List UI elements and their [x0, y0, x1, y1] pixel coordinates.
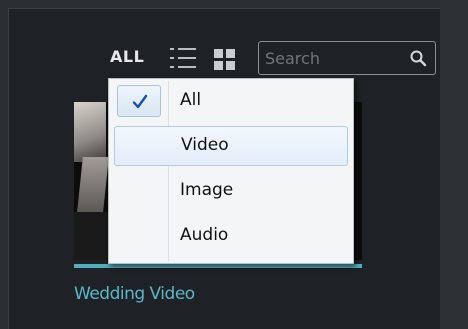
menu-item-all[interactable]: All	[114, 81, 348, 121]
menu-item-video[interactable]: Video	[114, 126, 348, 166]
media-progress-bar	[74, 264, 362, 268]
check-indicator	[117, 85, 161, 117]
menu-item-label: Audio	[180, 225, 229, 245]
menu-item-label: Image	[180, 180, 234, 200]
thumbnail-image-part	[74, 102, 106, 162]
grid-view-icon[interactable]	[212, 47, 238, 71]
menu-item-audio[interactable]: Audio	[114, 216, 348, 256]
list-view-icon[interactable]	[166, 46, 200, 70]
media-progress-fill	[74, 264, 362, 268]
search-icon[interactable]	[409, 49, 427, 67]
menu-item-image[interactable]: Image	[114, 171, 348, 211]
checkmark-icon	[131, 93, 149, 111]
media-filter-menu: All Video Image Audio	[108, 78, 354, 264]
thumbnail-image-part	[77, 157, 109, 212]
thumbnail-image-part	[74, 212, 108, 260]
menu-item-label: Video	[181, 135, 229, 155]
media-filter-button[interactable]: ALL	[110, 47, 144, 66]
menu-item-label: All	[180, 90, 202, 110]
media-item-title[interactable]: Wedding Video	[74, 284, 195, 304]
search-box[interactable]	[258, 41, 436, 75]
search-input[interactable]	[265, 46, 395, 70]
panel-divider	[440, 0, 468, 329]
